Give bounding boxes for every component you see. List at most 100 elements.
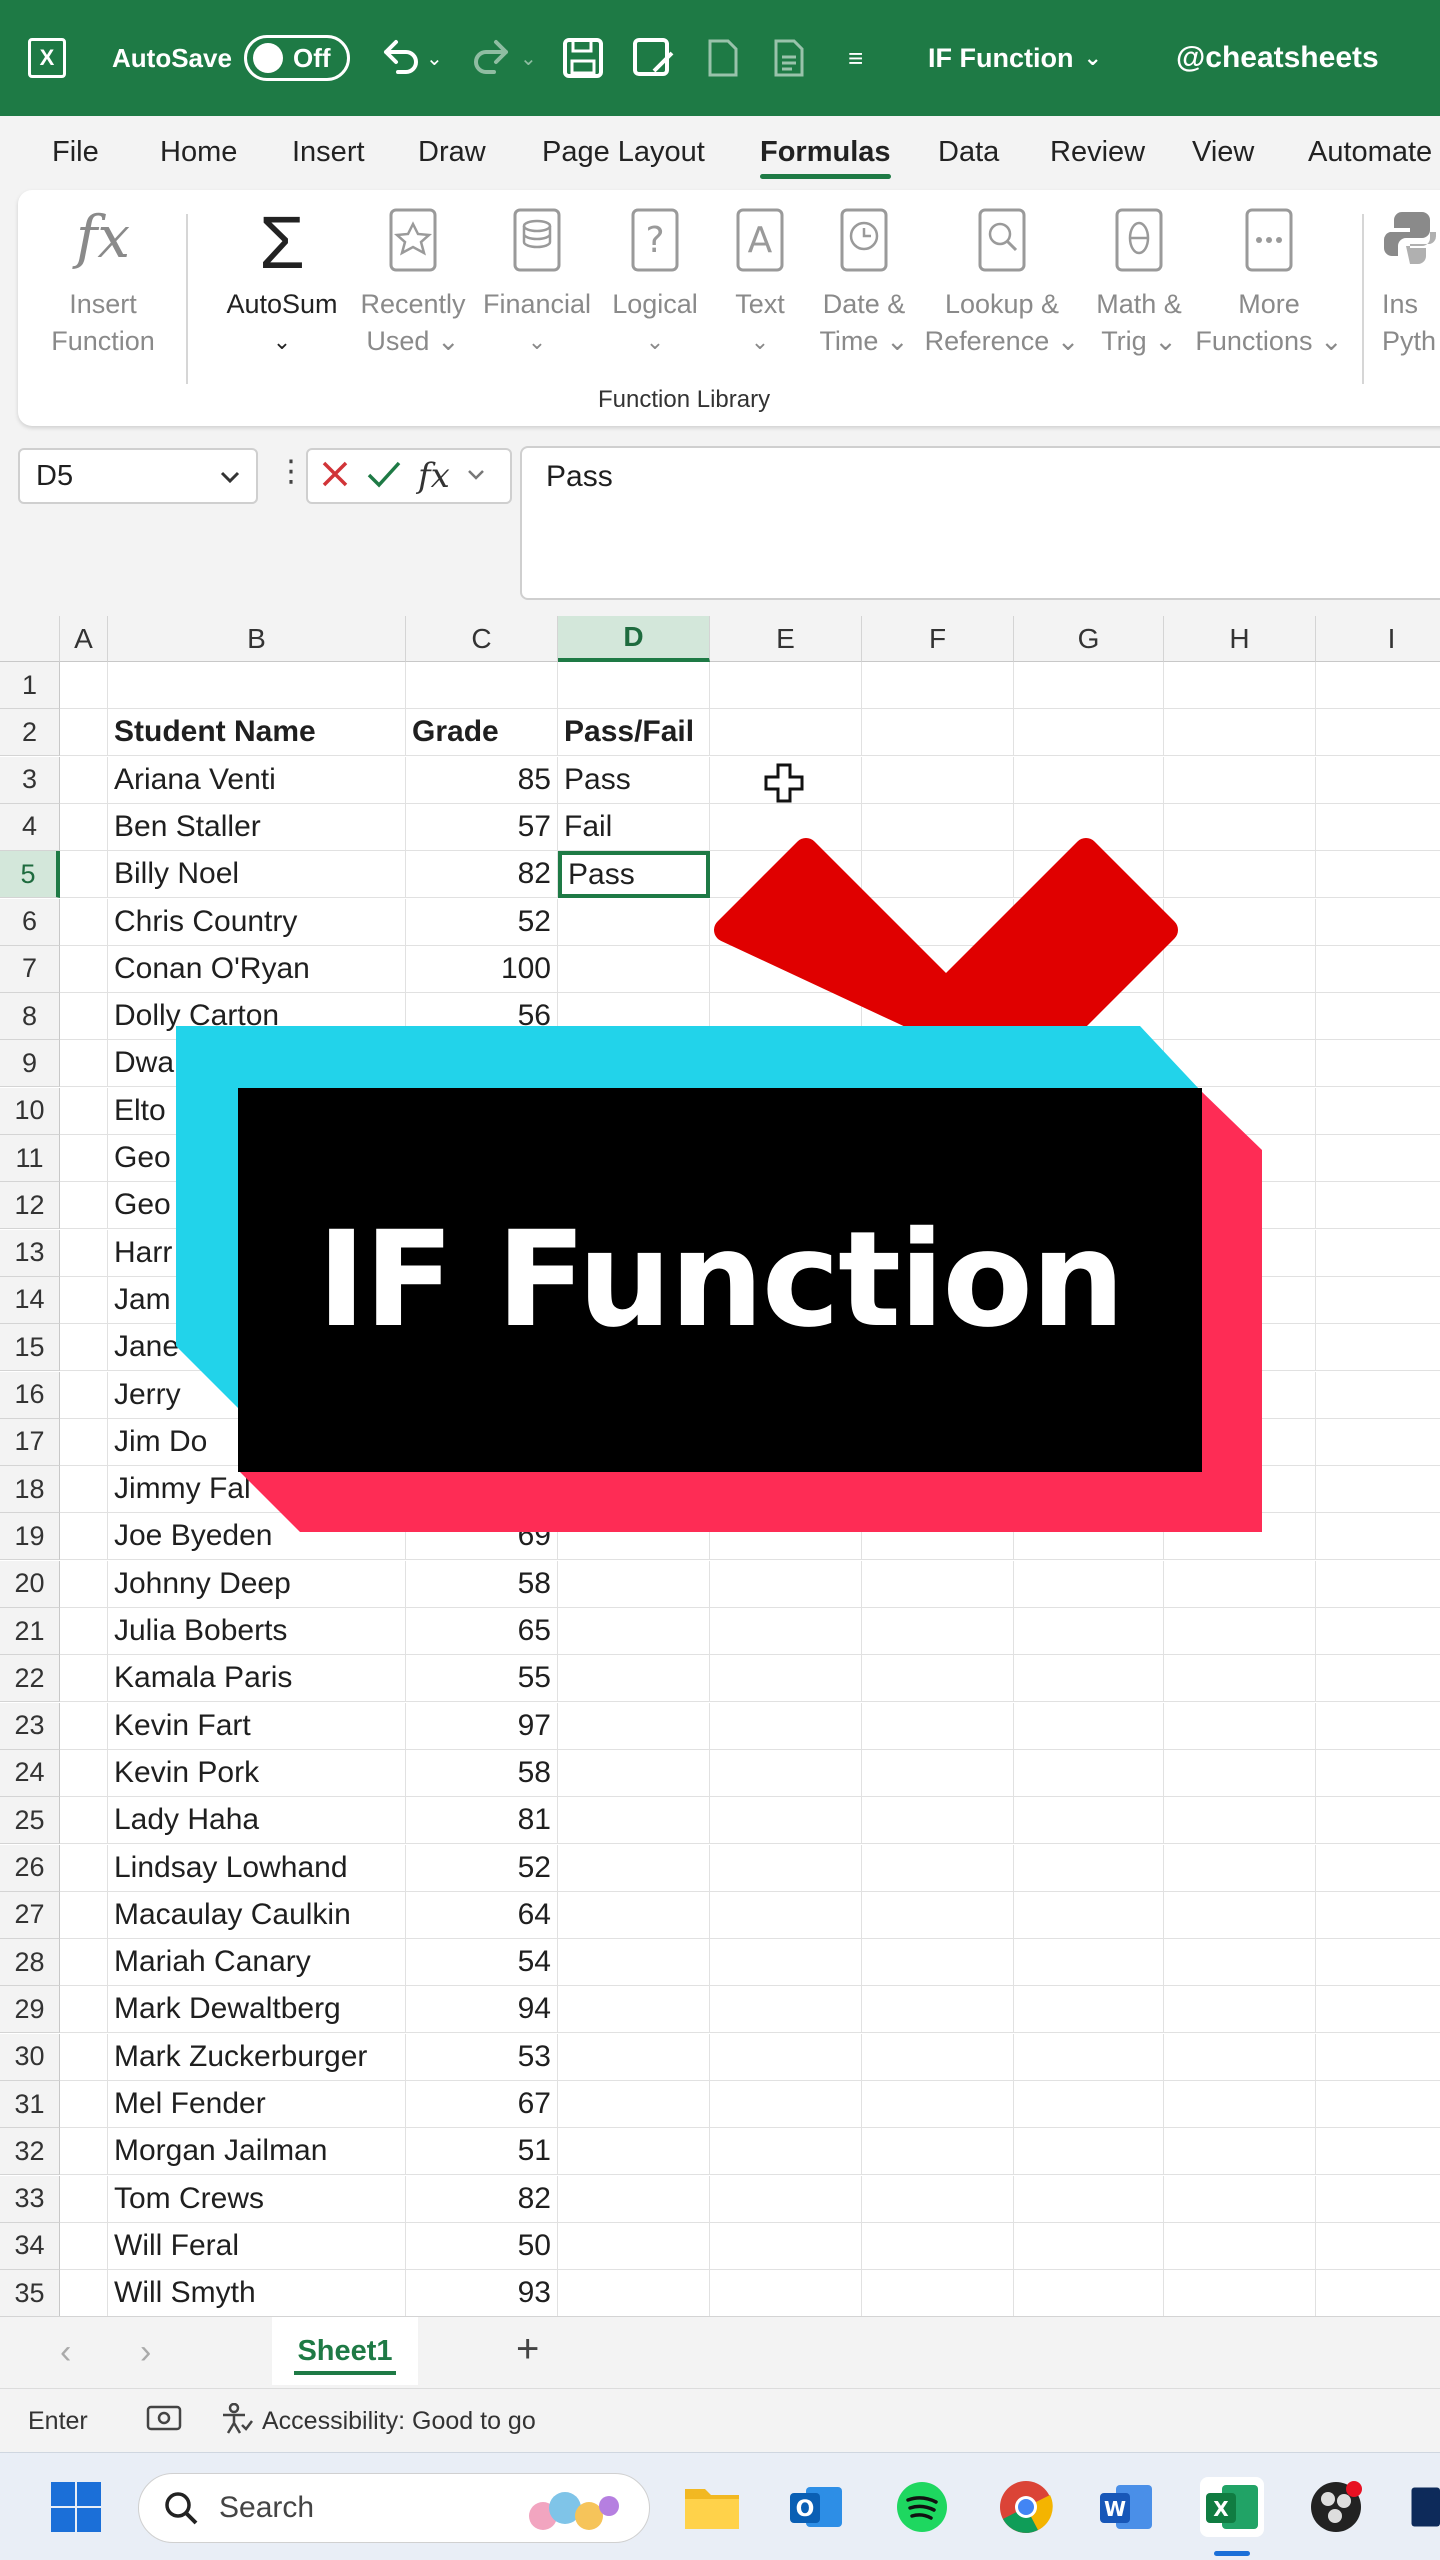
- chrome-icon[interactable]: [996, 2477, 1056, 2537]
- cell-i20[interactable]: [1316, 1561, 1440, 1608]
- cell-d9[interactable]: [558, 1040, 710, 1088]
- cell-c26[interactable]: 52: [406, 1844, 558, 1892]
- cell-g22[interactable]: [1014, 1655, 1164, 1703]
- cell-e22[interactable]: [710, 1655, 862, 1703]
- row-header-9[interactable]: 9: [0, 1040, 60, 1088]
- cell-h31[interactable]: [1164, 2081, 1316, 2128]
- cell-b31[interactable]: Mel Fender: [108, 2081, 406, 2128]
- cell-d27[interactable]: [558, 1891, 710, 1939]
- cell-g26[interactable]: [1014, 1844, 1164, 1892]
- cell-d11[interactable]: [558, 1135, 710, 1182]
- cell-e35[interactable]: [710, 2270, 862, 2316]
- cell-g8[interactable]: [1014, 993, 1164, 1041]
- cell-i28[interactable]: [1316, 1939, 1440, 1987]
- cell-b4[interactable]: Ben Staller: [108, 803, 406, 851]
- cell-c17[interactable]: [406, 1418, 558, 1466]
- cell-i13[interactable]: [1316, 1230, 1440, 1277]
- more-functions-button[interactable]: More Functions ⌄: [1194, 208, 1344, 360]
- cell-b15[interactable]: Jane: [108, 1324, 406, 1372]
- cell-c24[interactable]: 58: [406, 1749, 558, 1797]
- row-header-19[interactable]: 19: [0, 1513, 60, 1561]
- cell-i11[interactable]: [1316, 1135, 1440, 1182]
- cell-h14[interactable]: [1164, 1276, 1316, 1324]
- cell-e32[interactable]: [710, 2128, 862, 2176]
- cell-f26[interactable]: [862, 1844, 1014, 1892]
- cell-a6[interactable]: [60, 898, 108, 946]
- cell-c8[interactable]: 56: [406, 993, 558, 1041]
- row-header-21[interactable]: 21: [0, 1608, 60, 1655]
- cell-f31[interactable]: [862, 2081, 1014, 2128]
- cell-b27[interactable]: Macaulay Caulkin: [108, 1891, 406, 1939]
- cell-d28[interactable]: [558, 1939, 710, 1987]
- next-sheet-icon[interactable]: ›: [140, 2333, 151, 2372]
- cell-a1[interactable]: [60, 662, 108, 709]
- cell-a22[interactable]: [60, 1655, 108, 1703]
- tab-home[interactable]: Home: [160, 136, 237, 169]
- tab-formulas[interactable]: Formulas: [760, 136, 891, 179]
- cell-e30[interactable]: [710, 2033, 862, 2081]
- cell-h5[interactable]: [1164, 851, 1316, 899]
- autosave-toggle[interactable]: Off: [244, 0, 350, 116]
- cell-c2[interactable]: Grade: [406, 709, 558, 757]
- cell-a5[interactable]: [60, 851, 108, 899]
- formula-input[interactable]: Pass: [520, 446, 1440, 600]
- cell-d6[interactable]: [558, 898, 710, 946]
- cell-g29[interactable]: [1014, 1986, 1164, 2034]
- cell-i15[interactable]: [1316, 1324, 1440, 1372]
- cell-i31[interactable]: [1316, 2081, 1440, 2128]
- windows-start-icon[interactable]: [46, 2477, 106, 2537]
- cell-h7[interactable]: [1164, 945, 1316, 993]
- cell-b30[interactable]: Mark Zuckerburger: [108, 2033, 406, 2081]
- cell-i35[interactable]: [1316, 2270, 1440, 2316]
- cell-a26[interactable]: [60, 1844, 108, 1892]
- cell-c32[interactable]: 51: [406, 2128, 558, 2176]
- cell-g25[interactable]: [1014, 1797, 1164, 1845]
- cell-e25[interactable]: [710, 1797, 862, 1845]
- column-header-h[interactable]: H: [1164, 616, 1316, 662]
- cancel-entry-icon[interactable]: [320, 459, 350, 494]
- cell-d5[interactable]: Pass: [558, 851, 710, 899]
- cell-b16[interactable]: Jerry: [108, 1371, 406, 1419]
- cell-a9[interactable]: [60, 1040, 108, 1088]
- cell-d25[interactable]: [558, 1797, 710, 1845]
- cell-g3[interactable]: [1014, 756, 1164, 804]
- cell-h4[interactable]: [1164, 803, 1316, 851]
- cell-h9[interactable]: [1164, 1040, 1316, 1088]
- cell-e12[interactable]: [710, 1182, 862, 1230]
- cell-h34[interactable]: [1164, 2222, 1316, 2270]
- cell-e19[interactable]: [710, 1513, 862, 1561]
- cell-e18[interactable]: [710, 1466, 862, 1514]
- cell-b8[interactable]: Dolly Carton: [108, 993, 406, 1041]
- cell-d12[interactable]: [558, 1182, 710, 1230]
- cell-c16[interactable]: [406, 1371, 558, 1419]
- cell-f25[interactable]: [862, 1797, 1014, 1845]
- cell-h15[interactable]: [1164, 1324, 1316, 1372]
- row-header-25[interactable]: 25: [0, 1797, 60, 1845]
- cell-a11[interactable]: [60, 1135, 108, 1182]
- cell-d23[interactable]: [558, 1702, 710, 1750]
- cell-a20[interactable]: [60, 1560, 108, 1608]
- cell-d31[interactable]: [558, 2081, 710, 2128]
- cell-f4[interactable]: [862, 803, 1014, 851]
- cell-a7[interactable]: [60, 945, 108, 993]
- cell-f20[interactable]: [862, 1560, 1014, 1608]
- cell-d20[interactable]: [558, 1560, 710, 1608]
- chevron-down-icon[interactable]: [218, 464, 242, 497]
- cell-e24[interactable]: [710, 1749, 862, 1797]
- cell-a3[interactable]: [60, 756, 108, 804]
- cell-i14[interactable]: [1316, 1277, 1440, 1324]
- cell-d18[interactable]: [558, 1466, 710, 1514]
- cell-g23[interactable]: [1014, 1702, 1164, 1750]
- cell-e26[interactable]: [710, 1844, 862, 1892]
- cell-g7[interactable]: [1014, 945, 1164, 993]
- cell-f18[interactable]: [862, 1466, 1014, 1514]
- cell-e13[interactable]: [710, 1229, 862, 1277]
- cell-h2[interactable]: [1164, 709, 1316, 757]
- cell-d16[interactable]: [558, 1371, 710, 1419]
- cell-d8[interactable]: [558, 993, 710, 1041]
- cell-g19[interactable]: [1014, 1513, 1164, 1561]
- chevron-down-icon[interactable]: [466, 464, 486, 489]
- cell-h32[interactable]: [1164, 2128, 1316, 2176]
- cell-g34[interactable]: [1014, 2222, 1164, 2270]
- cell-d14[interactable]: [558, 1276, 710, 1324]
